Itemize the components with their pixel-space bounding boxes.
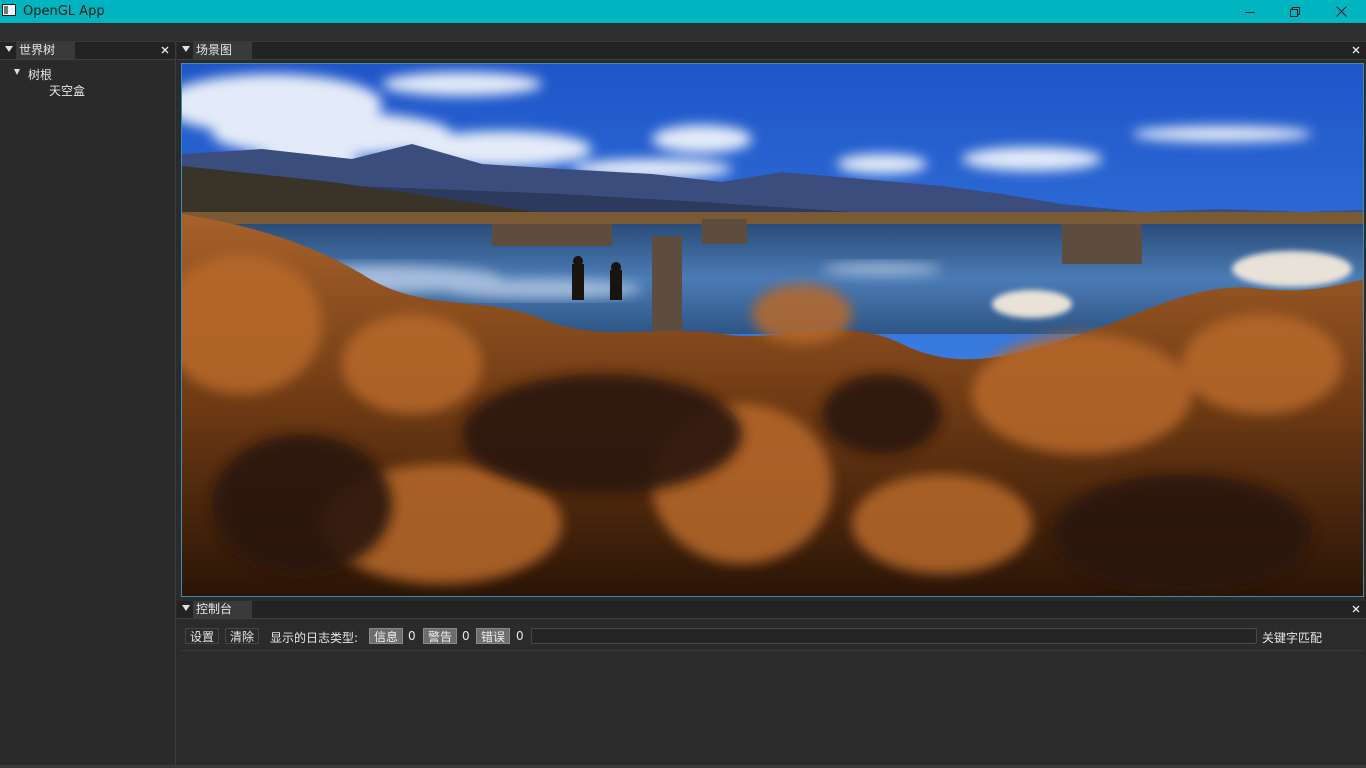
scene-render: [182, 64, 1363, 596]
tree-node-skybox[interactable]: 天空盒: [49, 82, 85, 99]
title-bar: OpenGL App: [0, 0, 1366, 23]
restore-button[interactable]: [1272, 0, 1318, 23]
world-tree-panel: 世界树 树根 天空盒: [0, 42, 176, 768]
close-icon[interactable]: [1350, 603, 1362, 615]
close-icon[interactable]: [1350, 44, 1362, 56]
clear-button[interactable]: 清除: [225, 628, 260, 644]
tree-root-label[interactable]: 树根: [28, 66, 52, 83]
triangle-down-icon[interactable]: [14, 69, 20, 75]
restore-icon: [1290, 6, 1300, 17]
info-count: 0: [408, 629, 416, 643]
window-title: OpenGL App: [23, 4, 105, 19]
console-toolbar: 设置 清除 显示的日志类型: 信息 0 警告 0 错误 0 关键字匹配: [181, 626, 1364, 646]
triangle-down-icon[interactable]: [182, 46, 190, 52]
error-count: 0: [516, 629, 524, 643]
minimize-button[interactable]: [1227, 0, 1273, 23]
close-icon: [1335, 6, 1347, 17]
tab-scene[interactable]: 场景图: [193, 42, 252, 59]
minimize-icon: [1245, 11, 1255, 13]
warning-count: 0: [462, 629, 470, 643]
settings-button[interactable]: 设置: [185, 628, 220, 644]
world-panel-tabbar: 世界树: [0, 42, 175, 60]
tab-console[interactable]: 控制台: [193, 601, 252, 618]
close-window-button[interactable]: [1318, 0, 1364, 23]
filter-info-button[interactable]: 信息: [369, 628, 404, 644]
filter-warning-button[interactable]: 警告: [423, 628, 458, 644]
close-icon[interactable]: [159, 44, 171, 56]
keyword-match-label: 关键字匹配: [1262, 631, 1323, 645]
keyword-search-input[interactable]: [531, 628, 1257, 644]
filter-error-button[interactable]: 错误: [476, 628, 511, 644]
scene-viewport[interactable]: [181, 63, 1364, 597]
app-icon: [2, 4, 16, 16]
log-type-label: 显示的日志类型:: [270, 631, 359, 645]
triangle-down-icon[interactable]: [5, 46, 13, 52]
console-divider: [181, 650, 1364, 651]
menu-strip: [0, 23, 1366, 42]
tab-world-tree[interactable]: 世界树: [16, 42, 75, 59]
console-panel-tabbar: 控制台: [177, 601, 1366, 619]
scene-panel-tabbar: 场景图: [177, 42, 1366, 60]
triangle-down-icon[interactable]: [182, 605, 190, 611]
